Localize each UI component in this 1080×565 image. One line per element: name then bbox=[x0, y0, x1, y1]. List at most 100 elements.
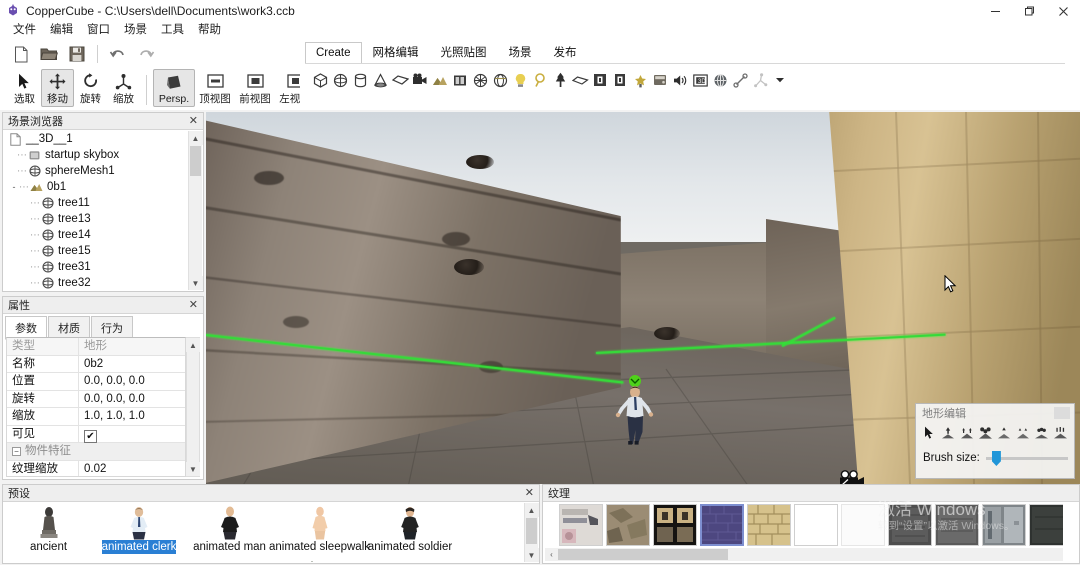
scroll-up-icon[interactable]: ▲ bbox=[524, 503, 539, 517]
add-skydome-icon[interactable] bbox=[490, 68, 510, 92]
property-row-name[interactable]: 名称 0b2 bbox=[7, 355, 185, 373]
tree-node-0b1[interactable]: - ⋯ 0b1 bbox=[4, 179, 188, 195]
character-clerk[interactable] bbox=[614, 384, 656, 449]
add-tree-icon[interactable] bbox=[550, 68, 570, 92]
close-icon[interactable]: ✕ bbox=[189, 115, 198, 127]
tab-lightmap[interactable]: 光照贴图 bbox=[430, 42, 498, 64]
restore-button[interactable] bbox=[1012, 0, 1046, 22]
property-row-position[interactable]: 位置 0.0, 0.0, 0.0 bbox=[7, 373, 185, 391]
tree-node-tree31[interactable]: ⋯ tree31 bbox=[4, 259, 188, 275]
preset-item-animated-man[interactable]: animated man bbox=[186, 504, 273, 560]
scrollbar-thumb[interactable] bbox=[526, 518, 537, 544]
tab-mesh-edit[interactable]: 网格编辑 bbox=[362, 42, 430, 64]
menu-edit[interactable]: 编辑 bbox=[43, 22, 80, 38]
add-water-icon[interactable] bbox=[570, 68, 590, 92]
preset-item-row2-4[interactable] bbox=[355, 560, 448, 562]
tool-rotate[interactable]: 旋转 bbox=[74, 69, 107, 107]
preset-item-row2-2[interactable] bbox=[174, 560, 268, 562]
menu-scene[interactable]: 场景 bbox=[117, 22, 154, 38]
property-row-scale[interactable]: 缩放 1.0, 1.0, 1.0 bbox=[7, 408, 185, 426]
texture-item-purple-brick[interactable] bbox=[700, 504, 744, 546]
tree-node-skybox[interactable]: ⋯ startup skybox bbox=[4, 147, 188, 163]
view-top[interactable]: 顶视图 bbox=[195, 69, 235, 107]
tree-node-tree15[interactable]: ⋯ tree15 bbox=[4, 243, 188, 259]
property-value[interactable]: 0.0, 0.0, 0.0 bbox=[79, 391, 185, 408]
add-particle-icon[interactable] bbox=[630, 68, 650, 92]
terrain-lower-icon[interactable] bbox=[958, 423, 976, 443]
terrain-noise-icon[interactable] bbox=[1014, 423, 1032, 443]
new-file-icon[interactable] bbox=[8, 42, 34, 66]
property-value[interactable]: 0.02 bbox=[79, 461, 185, 477]
close-icon[interactable]: ✕ bbox=[189, 299, 198, 311]
texture-item-white[interactable] bbox=[794, 504, 838, 546]
visible-checkbox[interactable]: ✔ bbox=[84, 429, 97, 443]
scrollbar-thumb[interactable] bbox=[558, 549, 728, 560]
menu-help[interactable]: 帮助 bbox=[191, 22, 228, 38]
add-cube-icon[interactable] bbox=[310, 68, 330, 92]
add-constraint-icon[interactable] bbox=[750, 68, 770, 92]
preset-item-animated-soldier[interactable]: animated soldier bbox=[366, 504, 454, 560]
property-value[interactable]: 0b2 bbox=[79, 356, 185, 373]
preset-item-animated-sleepwalk[interactable]: animated sleepwalk bbox=[269, 504, 370, 560]
tool-move[interactable]: 移动 bbox=[41, 69, 74, 107]
terrain-raise-icon[interactable] bbox=[940, 423, 958, 443]
close-icon[interactable]: ✕ bbox=[525, 487, 534, 499]
scroll-up-icon[interactable]: ▲ bbox=[186, 338, 200, 352]
camera-gizmo-icon[interactable] bbox=[838, 470, 866, 484]
texture-item-concrete-a[interactable] bbox=[888, 504, 932, 546]
terrain-erase-icon[interactable] bbox=[1051, 423, 1069, 443]
property-value[interactable]: 0.0, 0.0, 0.0 bbox=[79, 373, 185, 390]
texture-item-rock[interactable] bbox=[606, 504, 650, 546]
tree-node-tree11[interactable]: ⋯ tree11 bbox=[4, 195, 188, 211]
add-text-3d-icon[interactable] bbox=[590, 68, 610, 92]
undo-icon[interactable] bbox=[105, 42, 131, 66]
property-value[interactable]: 1.0, 1.0, 1.0 bbox=[79, 408, 185, 425]
brush-size-slider[interactable] bbox=[985, 450, 1068, 466]
add-light-icon[interactable] bbox=[510, 68, 530, 92]
scroll-down-icon[interactable]: ▼ bbox=[186, 462, 200, 476]
presets-grid[interactable]: ancient animated clerk animated man anim… bbox=[5, 504, 525, 562]
add-sound-icon[interactable] bbox=[670, 68, 690, 92]
texture-item-dark-wall[interactable] bbox=[1029, 504, 1063, 546]
texture-item-metal-door[interactable] bbox=[982, 504, 1026, 546]
add-path-node-icon[interactable] bbox=[710, 68, 730, 92]
tree-node-tree14[interactable]: ⋯ tree14 bbox=[4, 227, 188, 243]
view-perspective[interactable]: Persp. bbox=[153, 69, 195, 107]
add-point-light-icon[interactable] bbox=[530, 68, 550, 92]
texture-strip[interactable] bbox=[545, 504, 1063, 546]
add-cone-icon[interactable] bbox=[370, 68, 390, 92]
menu-file[interactable]: 文件 bbox=[6, 22, 43, 38]
preset-item-row2-1[interactable] bbox=[87, 560, 174, 562]
minimize-button[interactable] bbox=[978, 0, 1012, 22]
add-skybox-icon[interactable] bbox=[470, 68, 490, 92]
tab-publish[interactable]: 发布 bbox=[543, 42, 588, 64]
property-row-rotation[interactable]: 旋转 0.0, 0.0, 0.0 bbox=[7, 390, 185, 408]
tree-node-spheremesh[interactable]: ⋯ sphereMesh1 bbox=[4, 163, 188, 179]
scroll-down-icon[interactable]: ▼ bbox=[524, 548, 539, 562]
preset-item-arcane-house[interactable]: arcane house bbox=[5, 560, 87, 562]
add-camera-icon[interactable] bbox=[410, 68, 430, 92]
terrain-select-icon[interactable] bbox=[921, 423, 939, 443]
texture-item-dark-door[interactable] bbox=[653, 504, 697, 546]
tab-create[interactable]: Create bbox=[305, 42, 362, 64]
texture-item-concrete-b[interactable] bbox=[935, 504, 979, 546]
expander-toggle[interactable]: - bbox=[9, 182, 19, 192]
add-sprite-icon[interactable]: 3D bbox=[690, 68, 710, 92]
terrain-paint-icon[interactable] bbox=[1033, 423, 1051, 443]
preset-item-row2-3[interactable] bbox=[268, 560, 355, 562]
scroll-down-icon[interactable]: ▼ bbox=[188, 276, 203, 290]
texture-item-blank[interactable] bbox=[841, 504, 885, 546]
add-cylinder-icon[interactable] bbox=[350, 68, 370, 92]
collapse-icon[interactable]: − bbox=[12, 446, 21, 456]
tool-scale[interactable]: 缩放 bbox=[107, 69, 140, 107]
save-file-icon[interactable] bbox=[64, 42, 90, 66]
terrain-smooth-icon[interactable] bbox=[996, 423, 1014, 443]
open-file-icon[interactable] bbox=[36, 42, 62, 66]
property-row-texture-scale[interactable]: 纹理缩放 0.02 bbox=[7, 460, 185, 477]
add-overlay-icon[interactable] bbox=[650, 68, 670, 92]
scrollbar-thumb[interactable] bbox=[190, 146, 201, 176]
scene-tree[interactable]: __3D__1 ⋯ startup skybox ⋯ sphereMesh1 -… bbox=[4, 131, 188, 291]
tree-node-tree13[interactable]: ⋯ tree13 bbox=[4, 211, 188, 227]
scene-tree-scrollbar[interactable]: ▲ ▼ bbox=[188, 131, 203, 290]
minimize-icon[interactable] bbox=[1054, 407, 1070, 419]
